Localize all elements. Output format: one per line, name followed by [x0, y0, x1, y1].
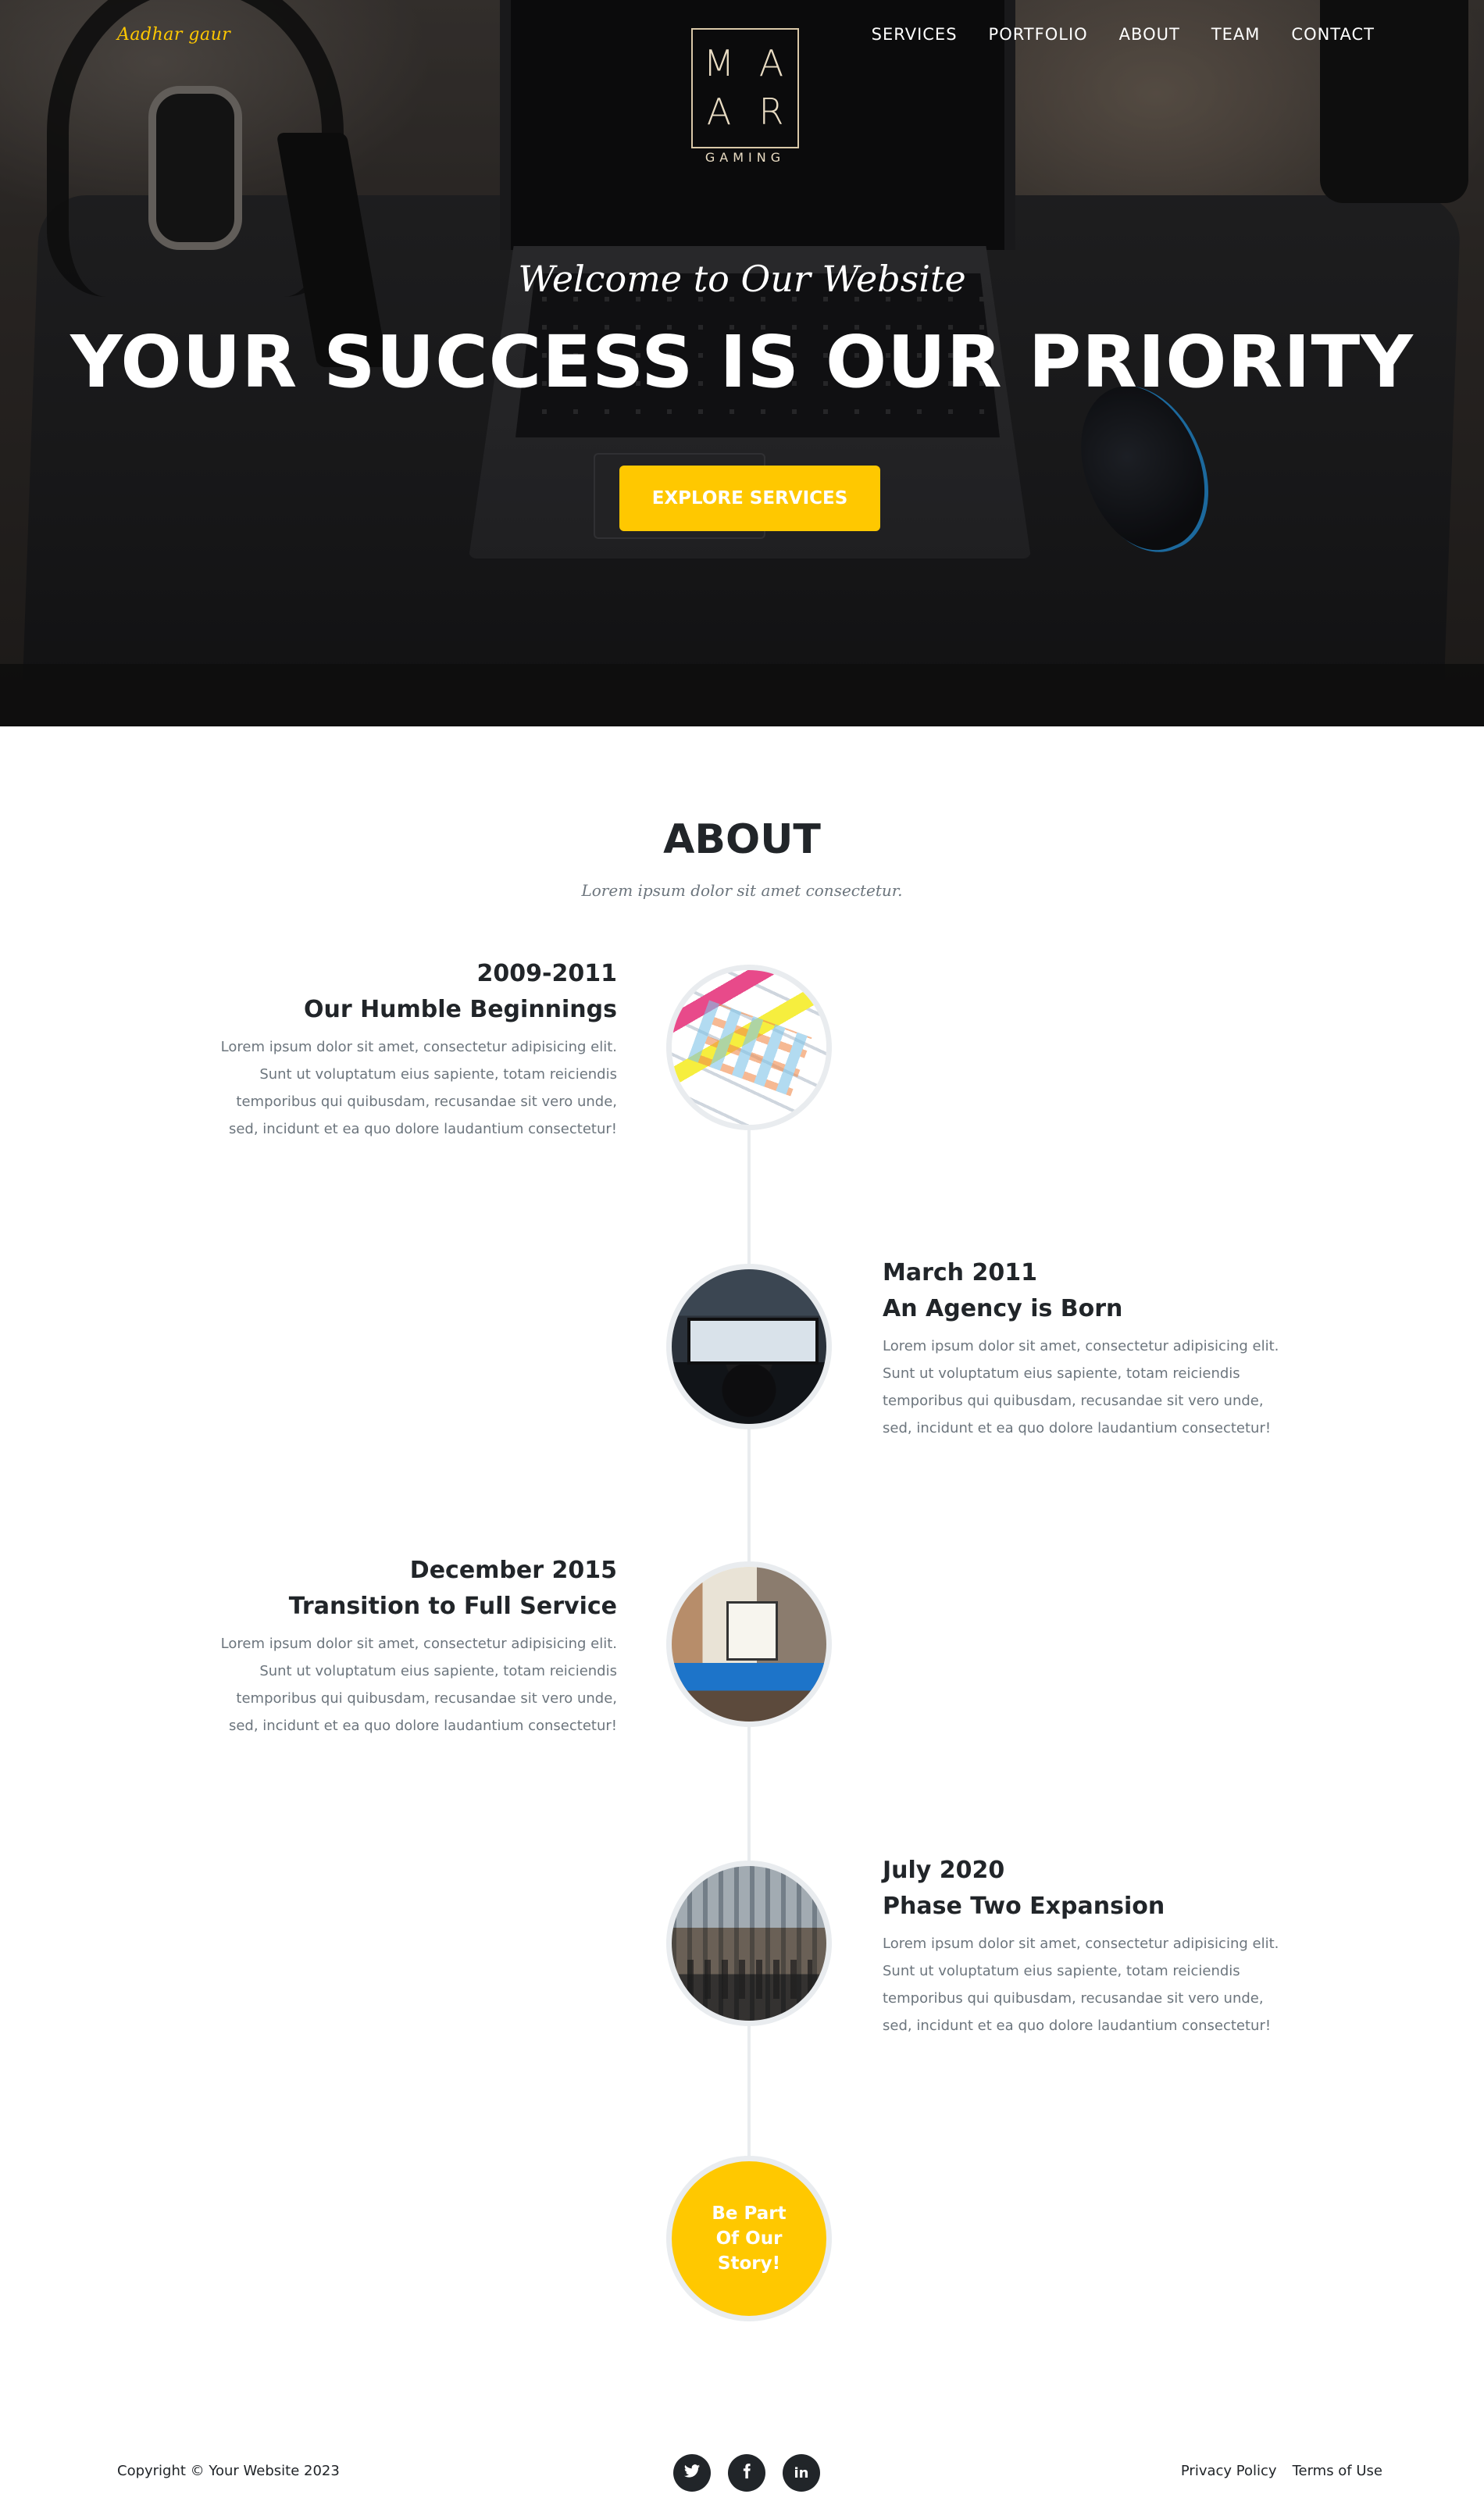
timeline-image: [666, 965, 832, 1130]
timeline-date: December 2015: [409, 1557, 617, 1584]
linkedin-button[interactable]: in: [783, 2454, 820, 2492]
privacy-policy-link[interactable]: Privacy Policy: [1181, 2463, 1277, 2479]
linkedin-icon: in: [794, 2464, 809, 2482]
nav-link-about[interactable]: ABOUT: [1119, 25, 1180, 44]
timeline-date: March 2011: [883, 1259, 1037, 1286]
facebook-icon: [738, 2463, 755, 2484]
timeline-body: Lorem ipsum dolor sit amet, consectetur …: [883, 1936, 1279, 2034]
brand-link[interactable]: Aadhar gaur: [117, 25, 230, 45]
timeline-heading: Phase Two Expansion: [883, 1893, 1165, 1920]
terms-of-use-link[interactable]: Terms of Use: [1293, 2463, 1382, 2479]
timeline-body: Lorem ipsum dolor sit amet, consectetur …: [883, 1338, 1279, 1436]
timeline-heading: Transition to Full Service: [288, 1593, 617, 1620]
nav-link-team[interactable]: TEAM: [1211, 25, 1261, 44]
social-links: in: [673, 2454, 820, 2492]
timeline-photo: [672, 970, 826, 1125]
timeline-item-text: 2009-2011 Our Humble Beginnings Lorem ip…: [211, 957, 617, 1143]
join-story-label: Be Part Of Our Story!: [712, 2203, 787, 2274]
facebook-button[interactable]: [728, 2454, 765, 2492]
nav-link-portfolio[interactable]: PORTFOLIO: [989, 25, 1088, 44]
timeline-heading: Our Humble Beginnings: [303, 996, 617, 1023]
timeline-image: [666, 1861, 832, 2026]
timeline-body: Lorem ipsum dolor sit amet, consectetur …: [220, 1039, 617, 1137]
copyright-text: Copyright © Your Website 2023: [117, 2463, 340, 2479]
timeline-item-text: March 2011 An Agency is Born Lorem ipsum…: [883, 1256, 1289, 1442]
about-title: ABOUT: [663, 816, 821, 863]
footer-links: Privacy Policy Terms of Use: [1181, 2463, 1382, 2479]
timeline-item-text: December 2015 Transition to Full Service…: [211, 1554, 617, 1739]
logo-subtitle: GAMING: [705, 150, 786, 165]
twitter-icon: [683, 2463, 701, 2484]
logo-letter: A: [706, 91, 732, 133]
logo-letter: M: [703, 42, 735, 84]
nav-link-contact[interactable]: CONTACT: [1291, 25, 1375, 44]
timeline-image: [666, 1264, 832, 1429]
timeline-item-text: July 2020 Phase Two Expansion Lorem ipsu…: [883, 1854, 1289, 2039]
nav-links: SERVICES PORTFOLIO ABOUT TEAM CONTACT: [872, 25, 1375, 44]
logo-letters: M A A R: [693, 41, 797, 134]
explore-services-button[interactable]: EXPLORE SERVICES: [619, 466, 880, 531]
nav-link-services[interactable]: SERVICES: [872, 25, 958, 44]
timeline-photo: [672, 1866, 826, 2021]
timeline-image: [666, 1561, 832, 1727]
timeline-photo: [672, 1567, 826, 1722]
hero-heading: YOUR SUCCESS IS OUR PRIORITY: [70, 320, 1414, 404]
timeline-heading: An Agency is Born: [883, 1295, 1123, 1322]
hero-section: Aadhar gaur M A A R GAMING SERVICES PORT…: [0, 0, 1484, 726]
twitter-button[interactable]: [673, 2454, 711, 2492]
timeline-photo: [672, 1269, 826, 1424]
timeline-date: 2009-2011: [476, 960, 617, 987]
logo-letter: R: [758, 91, 784, 133]
about-subtitle: Lorem ipsum dolor sit amet consectetur.: [581, 881, 903, 900]
hero-subheading: Welcome to Our Website: [518, 258, 966, 300]
logo-letter: A: [758, 42, 784, 84]
site-logo[interactable]: M A A R: [691, 28, 799, 148]
join-story-circle[interactable]: Be Part Of Our Story!: [666, 2156, 832, 2321]
timeline-date: July 2020: [883, 1857, 1005, 1884]
main-nav: Aadhar gaur M A A R GAMING SERVICES PORT…: [0, 0, 1484, 165]
timeline-body: Lorem ipsum dolor sit amet, consectetur …: [220, 1636, 617, 1734]
